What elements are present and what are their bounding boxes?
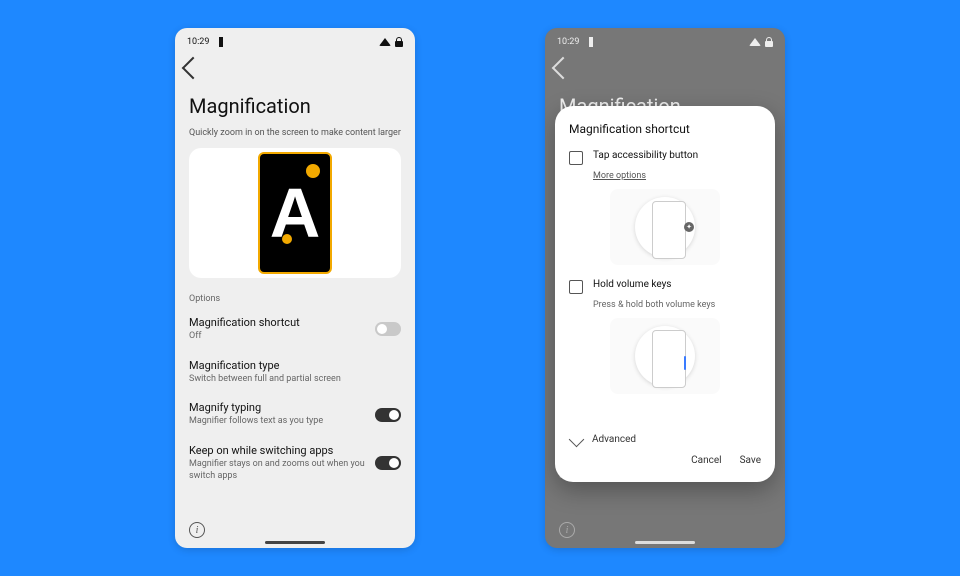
row-magnification-type[interactable]: Magnification type Switch between full a…	[189, 351, 401, 394]
illustration-phone: A	[258, 152, 332, 274]
cancel-button[interactable]: Cancel	[691, 455, 721, 466]
wifi-icon	[379, 38, 391, 46]
more-options-link[interactable]: More options	[593, 171, 761, 181]
row-sub: Magnifier follows text as you type	[189, 416, 367, 428]
row-keep-on[interactable]: Keep on while switching apps Magnifier s…	[189, 436, 401, 490]
page-title: Magnification	[189, 94, 401, 118]
accessibility-fab-icon: ✦	[684, 222, 694, 232]
illustration-dot-icon	[306, 164, 320, 178]
illustration-card: A	[189, 148, 401, 278]
preview-volume-keys	[610, 318, 720, 394]
checkbox-icon[interactable]	[569, 151, 583, 165]
page-description: Quickly zoom in on the screen to make co…	[189, 128, 401, 138]
row-sub: Magnifier stays on and zooms out when yo…	[189, 459, 367, 482]
advanced-label: Advanced	[592, 434, 636, 445]
battery-small-icon	[219, 37, 223, 47]
top-app-bar	[175, 54, 415, 82]
option-sub: Press & hold both volume keys	[593, 300, 761, 310]
advanced-expander[interactable]: Advanced	[569, 434, 761, 445]
dialog-title: Magnification shortcut	[569, 122, 761, 136]
option-label: Hold volume keys	[593, 279, 671, 290]
preview-accessibility-button: ✦	[610, 189, 720, 265]
row-title: Magnification shortcut	[189, 316, 367, 329]
status-bar: 10:29	[175, 34, 415, 50]
save-button[interactable]: Save	[740, 455, 761, 466]
option-volume-keys[interactable]: Hold volume keys	[569, 279, 761, 294]
back-icon[interactable]	[182, 57, 205, 80]
nav-pill[interactable]	[265, 541, 325, 544]
toggle-keep-on[interactable]	[375, 456, 401, 470]
toggle-typing[interactable]	[375, 408, 401, 422]
row-title: Magnify typing	[189, 401, 367, 414]
option-accessibility-button[interactable]: Tap accessibility button	[569, 150, 761, 165]
phone-right: 10:29 Magnification Quickly zoom in on t…	[545, 28, 785, 548]
option-label: Tap accessibility button	[593, 150, 698, 161]
clock: 10:29	[187, 37, 209, 47]
row-title: Magnification type	[189, 359, 401, 372]
volume-button-icon	[684, 356, 686, 370]
chevron-down-icon	[569, 432, 585, 448]
illustration-letter: A	[270, 178, 321, 248]
lock-icon	[395, 37, 403, 47]
row-sub: Off	[189, 331, 367, 343]
toggle-shortcut[interactable]	[375, 322, 401, 336]
options-header: Options	[189, 294, 401, 304]
settings-page: Magnification Quickly zoom in on the scr…	[175, 88, 415, 548]
row-sub: Switch between full and partial screen	[189, 374, 401, 386]
info-icon[interactable]: i	[189, 522, 205, 538]
shortcut-dialog: Magnification shortcut Tap accessibility…	[555, 106, 775, 482]
row-title: Keep on while switching apps	[189, 444, 367, 457]
illustration-dot-icon	[282, 234, 292, 244]
row-magnification-shortcut[interactable]: Magnification shortcut Off	[189, 308, 401, 351]
row-magnify-typing[interactable]: Magnify typing Magnifier follows text as…	[189, 393, 401, 436]
phone-left: 10:29 Magnification Quickly zoom in on t…	[175, 28, 415, 548]
checkbox-icon[interactable]	[569, 280, 583, 294]
